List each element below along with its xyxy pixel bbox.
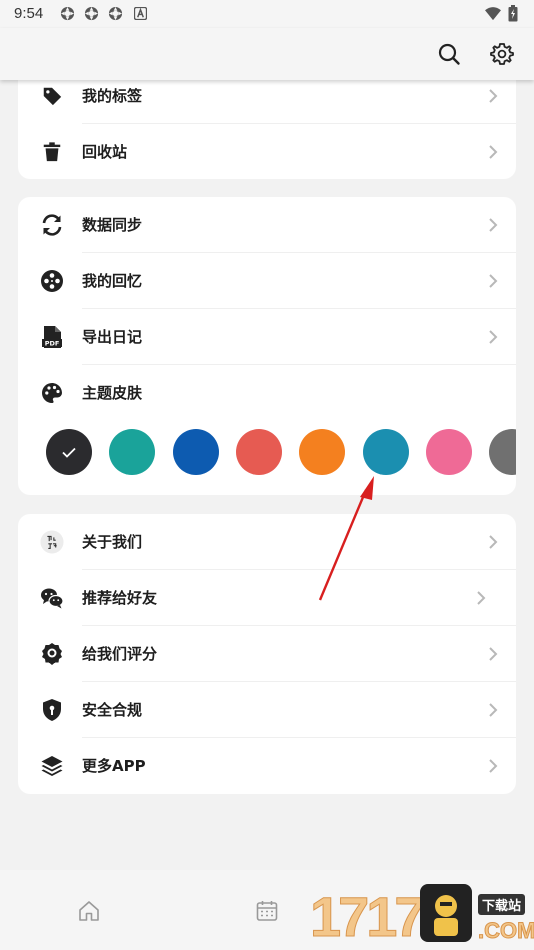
theme-color-swatch[interactable]: [235, 429, 282, 475]
watermark-mascot-logo: [420, 884, 472, 942]
menu-item-security-compliance[interactable]: 安全合规: [18, 682, 516, 738]
settings-button[interactable]: [488, 40, 516, 68]
settings-gear-icon: [490, 43, 514, 65]
theme-color-swatch[interactable]: [425, 429, 472, 475]
menu-item-recommend-to-friends[interactable]: 推荐给好友: [18, 570, 516, 626]
check-icon: [62, 447, 76, 458]
menu-item-label: 给我们评分: [82, 645, 158, 663]
chevron-right-icon: [489, 274, 498, 288]
watermark: 17178 下载站 .COM: [310, 884, 534, 950]
status-bar: 9:54: [0, 0, 534, 28]
menu-item-more-apps[interactable]: 更多APP: [18, 738, 516, 794]
settings-card-general: 我的标签 回收站: [18, 68, 516, 179]
menu-item-label: 我的标签: [82, 87, 143, 105]
app-notification-icon: [84, 6, 99, 21]
rating-badge-icon: [42, 643, 62, 665]
theme-color-swatch[interactable]: [489, 429, 516, 475]
theme-color-swatch[interactable]: [172, 429, 219, 475]
watermark-badge: 下载站: [478, 894, 526, 915]
theme-color-swatch[interactable]: [299, 429, 346, 475]
app-logo-icon: [40, 530, 64, 554]
sync-icon: [42, 214, 62, 236]
chevron-right-icon: [489, 145, 498, 159]
menu-item-label: 我的回忆: [82, 272, 143, 290]
trash-icon: [43, 142, 61, 162]
settings-card-data: 数据同步 我的回忆 PDF 导出日记 主题皮肤: [18, 197, 516, 495]
chevron-right-icon: [489, 330, 498, 344]
chevron-right-icon: [489, 535, 498, 549]
chevron-right-icon: [477, 591, 486, 605]
theme-color-swatch[interactable]: [109, 429, 156, 475]
shield-icon: [43, 699, 61, 721]
a-notification-icon: [134, 7, 147, 20]
menu-item-recycle-bin[interactable]: 回收站: [18, 124, 516, 179]
menu-item-label: 推荐给好友: [82, 589, 158, 607]
menu-item-label: 主题皮肤: [82, 384, 143, 402]
search-icon: [438, 43, 460, 65]
menu-item-theme-skin[interactable]: 主题皮肤: [18, 365, 516, 421]
menu-item-label: 安全合规: [82, 701, 143, 719]
layers-icon: [41, 756, 63, 776]
menu-item-about-us[interactable]: 关于我们: [18, 514, 516, 570]
menu-item-label: 数据同步: [82, 216, 143, 234]
app-notification-icon: [108, 6, 123, 21]
theme-color-swatch[interactable]: [46, 429, 92, 475]
menu-item-my-memories[interactable]: 我的回忆: [18, 253, 516, 309]
chevron-right-icon: [489, 759, 498, 773]
wifi-icon: [485, 7, 501, 21]
svg-text:PDF: PDF: [45, 340, 60, 348]
menu-item-export-diary[interactable]: PDF 导出日记: [18, 309, 516, 365]
top-toolbar: [0, 28, 534, 80]
theme-color-swatch[interactable]: [362, 429, 409, 475]
menu-item-label: 回收站: [82, 143, 128, 161]
search-button[interactable]: [435, 40, 463, 68]
calendar-icon[interactable]: [255, 899, 279, 923]
watermark-domain: .COM: [477, 918, 534, 944]
tag-icon: [43, 87, 62, 106]
film-reel-icon: [41, 270, 63, 292]
home-icon[interactable]: [77, 899, 101, 923]
status-time: 9:54: [14, 5, 44, 22]
settings-card-about: 关于我们 推荐给好友 给我们评分 安全合规 更多APP: [18, 514, 516, 794]
menu-item-label: 导出日记: [82, 328, 143, 346]
chevron-right-icon: [489, 703, 498, 717]
battery-icon: [508, 5, 518, 22]
menu-item-label: 更多APP: [82, 757, 146, 775]
chevron-right-icon: [489, 89, 498, 103]
menu-item-data-sync[interactable]: 数据同步: [18, 197, 516, 253]
wechat-icon: [41, 588, 64, 609]
palette-icon: [42, 383, 62, 403]
chevron-right-icon: [489, 218, 498, 232]
chevron-right-icon: [489, 647, 498, 661]
menu-item-label: 关于我们: [82, 533, 143, 551]
pdf-file-icon: PDF: [42, 326, 62, 348]
menu-item-rate-us[interactable]: 给我们评分: [18, 626, 516, 682]
app-notification-icon: [60, 6, 75, 21]
